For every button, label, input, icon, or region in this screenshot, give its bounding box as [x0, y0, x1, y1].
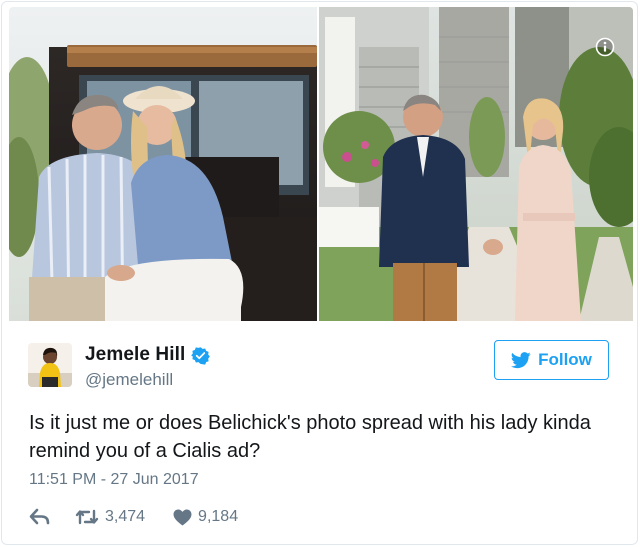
retweet-icon	[75, 508, 99, 526]
tweet-actions: 3,474 9,184	[29, 506, 238, 528]
verified-badge-icon	[191, 346, 211, 365]
photo-couple-walking[interactable]	[319, 7, 633, 321]
photo-couple-seated[interactable]	[9, 7, 317, 321]
tweet-timestamp[interactable]: 11:51 PM - 27 Jun 2017	[29, 471, 199, 489]
follow-button[interactable]: Follow	[494, 340, 609, 380]
reply-button[interactable]	[29, 508, 51, 526]
retweet-count: 3,474	[105, 508, 146, 525]
retweet-button[interactable]: 3,474	[75, 508, 145, 526]
embedded-tweet: Jemele Hill @jemelehill Follow Is it jus…	[1, 1, 638, 545]
avatar[interactable]	[28, 343, 72, 387]
follow-label: Follow	[538, 350, 592, 369]
author-name-row: Jemele Hill	[85, 343, 211, 367]
tweet-text: Is it just me or does Belichick's photo …	[29, 412, 591, 462]
info-icon[interactable]	[595, 37, 615, 57]
heart-icon	[173, 508, 192, 526]
like-count: 9,184	[198, 508, 239, 525]
author-handle[interactable]: @jemelehill	[85, 370, 173, 390]
reply-icon	[29, 508, 51, 526]
author-name[interactable]: Jemele Hill	[85, 344, 185, 366]
twitter-bird-icon	[511, 351, 531, 369]
like-button[interactable]: 9,184	[173, 508, 238, 526]
tweet-media[interactable]	[9, 7, 633, 321]
